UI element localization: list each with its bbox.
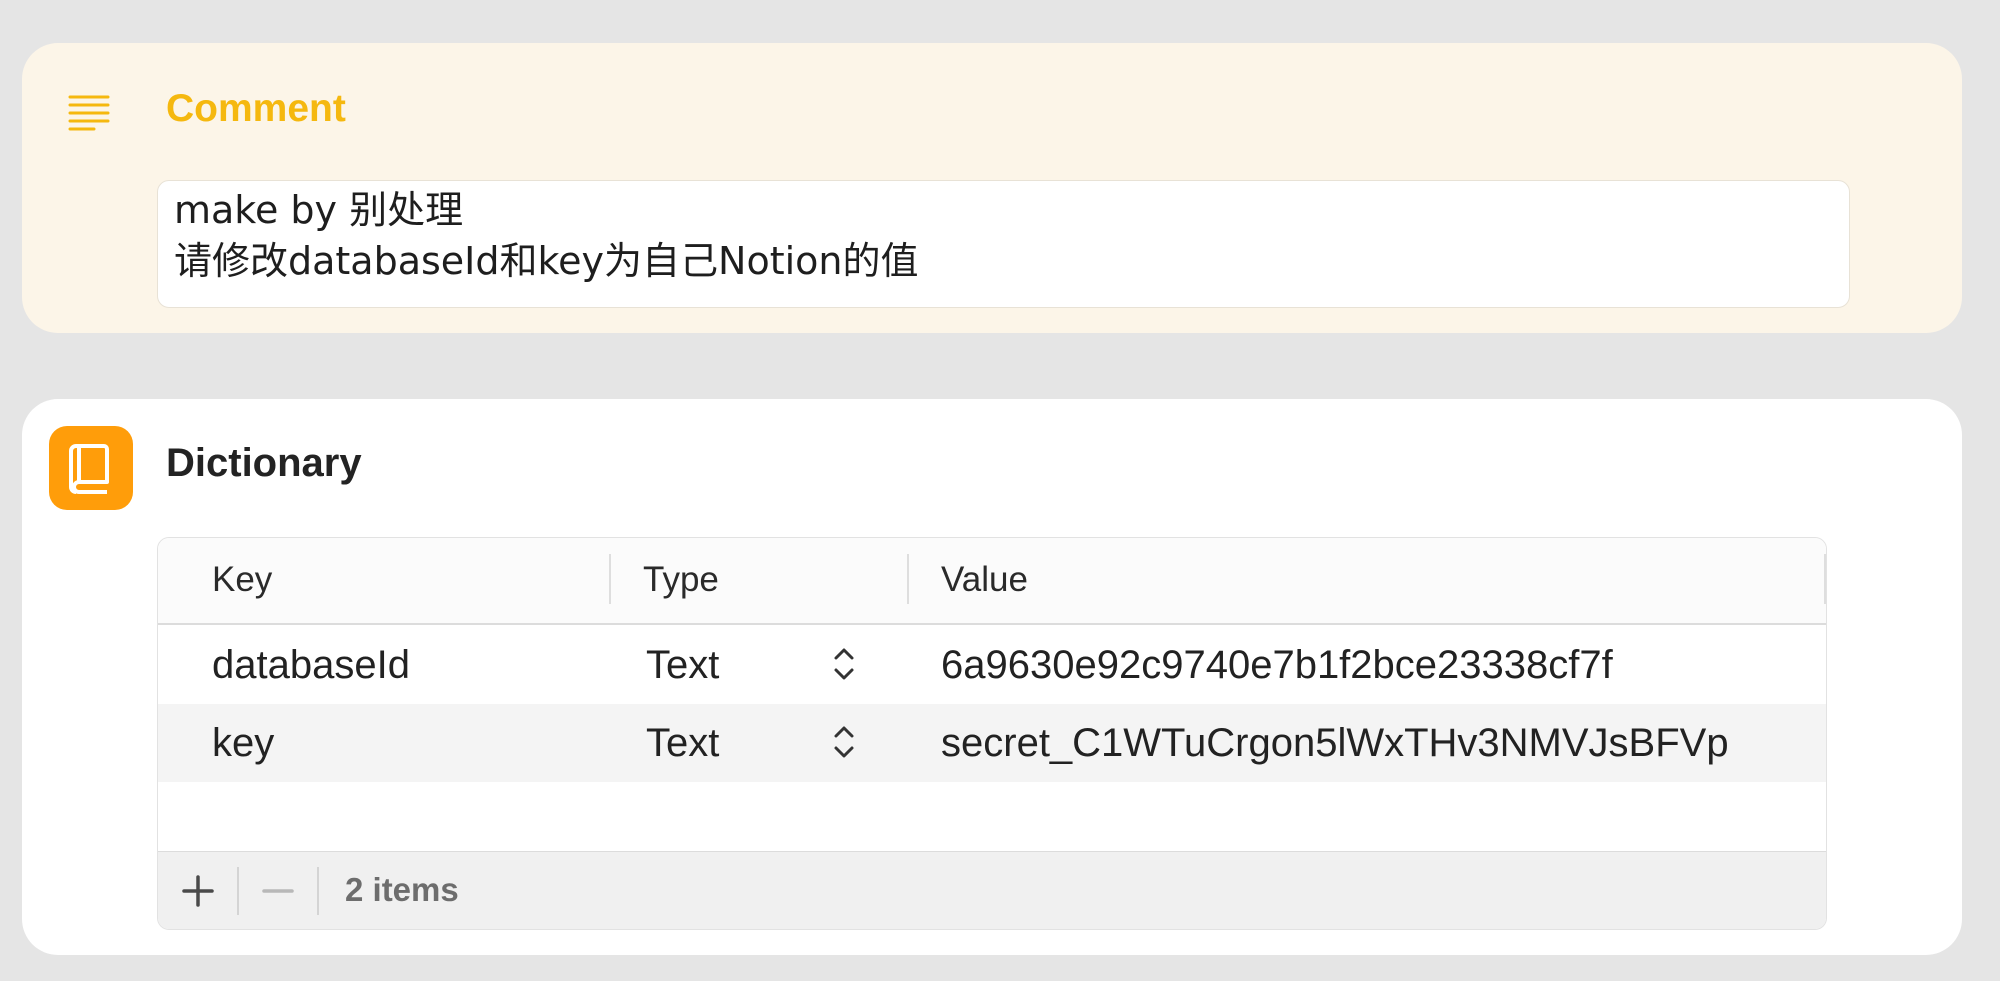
column-divider xyxy=(1824,554,1826,604)
chevron-up-down-icon[interactable] xyxy=(831,722,857,762)
column-header-key[interactable]: Key xyxy=(212,560,272,600)
row-key-cell[interactable]: key xyxy=(212,721,274,766)
dictionary-action-card[interactable]: Dictionary Key Type Value databaseId Tex… xyxy=(22,399,1962,955)
table-header: Key Type Value xyxy=(158,538,1826,625)
column-header-type[interactable]: Type xyxy=(643,560,719,600)
item-count-label: 2 items xyxy=(345,871,459,908)
table-footer: 2 items xyxy=(158,851,1826,929)
column-divider[interactable] xyxy=(907,554,909,604)
column-header-value[interactable]: Value xyxy=(941,560,1028,600)
table-row[interactable]: databaseId Text 6a9630e92c9740e7b1f2bce2… xyxy=(158,626,1826,704)
chevron-up-down-icon[interactable] xyxy=(831,644,857,684)
footer-divider xyxy=(317,867,319,915)
dictionary-title: Dictionary xyxy=(166,441,362,485)
row-key-cell[interactable]: databaseId xyxy=(212,643,410,688)
table-row[interactable]: key Text secret_C1WTuCrgon5lWxTHv3NMVJsB… xyxy=(158,704,1826,782)
row-type-cell[interactable]: Text xyxy=(646,721,719,766)
book-icon xyxy=(49,426,133,510)
row-value-cell[interactable]: 6a9630e92c9740e7b1f2bce23338cf7f xyxy=(941,643,1613,688)
row-type-cell[interactable]: Text xyxy=(646,643,719,688)
comment-title: Comment xyxy=(166,87,346,130)
dictionary-table: Key Type Value databaseId Text 6a9630e92… xyxy=(157,537,1827,930)
minus-icon[interactable] xyxy=(239,852,317,930)
text-align-lines-icon xyxy=(68,95,110,131)
comment-text-field[interactable]: make by 别处理 请修改databaseId和key为自己Notion的值 xyxy=(157,180,1850,308)
comment-action-card[interactable]: Comment make by 别处理 请修改databaseId和key为自己… xyxy=(22,43,1962,333)
plus-icon[interactable] xyxy=(159,852,237,930)
row-value-cell[interactable]: secret_C1WTuCrgon5lWxTHv3NMVJsBFVp xyxy=(941,721,1729,766)
column-divider[interactable] xyxy=(609,554,611,604)
